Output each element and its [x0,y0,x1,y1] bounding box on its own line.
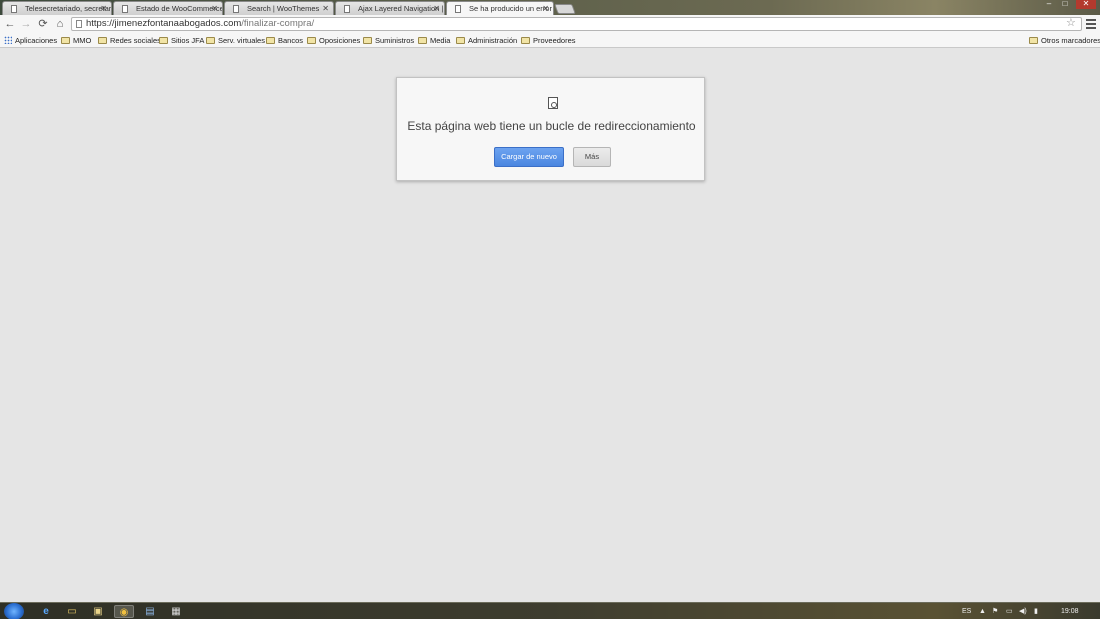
tab-estado-woocommerce[interactable]: Estado de WooCommerce ✕ [113,1,223,15]
language-indicator[interactable]: ES [962,606,971,617]
bookmark-folder[interactable]: Media [418,35,450,46]
bookmark-folder[interactable]: Suministros [363,35,414,46]
close-tab-icon[interactable]: ✕ [322,2,329,15]
bookmark-folder[interactable]: Sitios JFA [159,35,204,46]
tab-error-active[interactable]: Se ha producido un error ✕ [446,1,554,15]
bookmark-folder[interactable]: Administración [456,35,517,46]
close-window-icon[interactable]: ✕ [1076,0,1096,9]
show-hidden-icons-icon[interactable]: ▲ [979,606,986,617]
folder-icon [98,37,107,44]
more-button[interactable]: Más [573,147,611,167]
tab-telesecretariado[interactable]: Telesecretariado, secretari ✕ [2,1,112,15]
bookmark-other[interactable]: Otros marcadores [1029,35,1100,46]
url-host: https://jimenezfontanaabogados.com [86,18,242,29]
toolbar: ← → ⟳ ⌂ https://jimenezfontanaabogados.c… [0,15,1100,33]
page-content: Esta página web tiene un bucle de redire… [0,48,1100,602]
page-icon [455,5,461,13]
folder-icon [363,37,372,44]
action-center-icon[interactable]: ⚑ [992,606,998,617]
folder-icon [206,37,215,44]
tab-label: Se ha producido un error [469,4,552,13]
close-tab-icon[interactable]: ✕ [211,2,218,15]
app-icon[interactable]: ▤ [140,605,160,618]
bookmark-apps[interactable]: Aplicaciones [4,35,57,46]
broken-page-icon [548,97,558,109]
apps-grid-icon [4,36,12,44]
page-icon [344,5,350,13]
tab-label: Telesecretariado, secretari [25,4,112,13]
minimize-icon[interactable]: – [1042,0,1056,9]
page-icon [11,5,17,13]
folder-icon [266,37,275,44]
close-tab-icon[interactable]: ✕ [433,2,440,15]
bookmark-folder[interactable]: Serv. virtuales [206,35,265,46]
folder-icon [159,37,168,44]
bookmark-star-icon[interactable]: ☆ [1066,16,1076,29]
back-icon[interactable]: ← [3,17,17,31]
folder-icon [61,37,70,44]
folder-icon [418,37,427,44]
home-icon[interactable]: ⌂ [53,17,67,31]
volume-icon[interactable]: ◀) [1019,606,1027,617]
forward-icon[interactable]: → [19,17,33,31]
tab-search-woothemes[interactable]: Search | WooThemes ✕ [224,1,334,15]
tab-label: Estado de WooCommerce [136,4,223,13]
reload-button[interactable]: Cargar de nuevo [494,147,564,167]
tab-ajax-layered-navigation[interactable]: Ajax Layered Navigation | ✕ [335,1,445,15]
bookmark-folder[interactable]: Oposiciones [307,35,360,46]
error-card: Esta página web tiene un bucle de redire… [396,77,705,181]
new-tab-button[interactable] [554,4,576,14]
menu-icon[interactable] [1086,17,1096,29]
taskbar: e ▭ ▣ ◉ ▤ ▦ ES ▲ ⚑ ▭ ◀) ▮ 19:08 [0,602,1100,619]
bookmarks-bar: Aplicaciones MMO Redes sociales Sitios J… [0,33,1100,48]
close-tab-icon[interactable]: ✕ [542,2,549,15]
calculator-icon[interactable]: ▦ [166,605,186,618]
battery-icon[interactable]: ▮ [1034,606,1038,617]
bookmark-folder[interactable]: MMO [61,35,91,46]
chrome-icon[interactable]: ◉ [114,605,134,618]
address-bar[interactable]: https://jimenezfontanaabogados.com/final… [71,17,1082,31]
internet-explorer-icon[interactable]: e [36,605,56,618]
url-path: /finalizar-compra/ [241,18,315,29]
network-icon[interactable]: ▭ [1006,606,1013,617]
tab-label: Search | WooThemes [247,4,320,13]
maximize-icon[interactable]: □ [1058,0,1072,9]
reload-icon[interactable]: ⟳ [36,17,50,31]
bookmark-folder[interactable]: Redes sociales [98,35,161,46]
start-button-icon[interactable] [4,603,24,619]
app-icon[interactable]: ▣ [88,605,108,618]
page-icon [233,5,239,13]
tab-label: Ajax Layered Navigation | [358,4,444,13]
close-tab-icon[interactable]: ✕ [100,2,107,15]
file-explorer-icon[interactable]: ▭ [62,605,82,618]
folder-icon [307,37,316,44]
folder-icon [521,37,530,44]
page-icon [122,5,128,13]
folder-icon [456,37,465,44]
clock[interactable]: 19:08 [1061,606,1079,617]
page-icon [76,20,82,28]
bookmark-folder[interactable]: Bancos [266,35,303,46]
error-title: Esta página web tiene un bucle de redire… [407,119,696,133]
bookmark-folder[interactable]: Proveedores [521,35,576,46]
folder-icon [1029,37,1038,44]
title-bar: Telesecretariado, secretari ✕ Estado de … [0,0,1100,15]
